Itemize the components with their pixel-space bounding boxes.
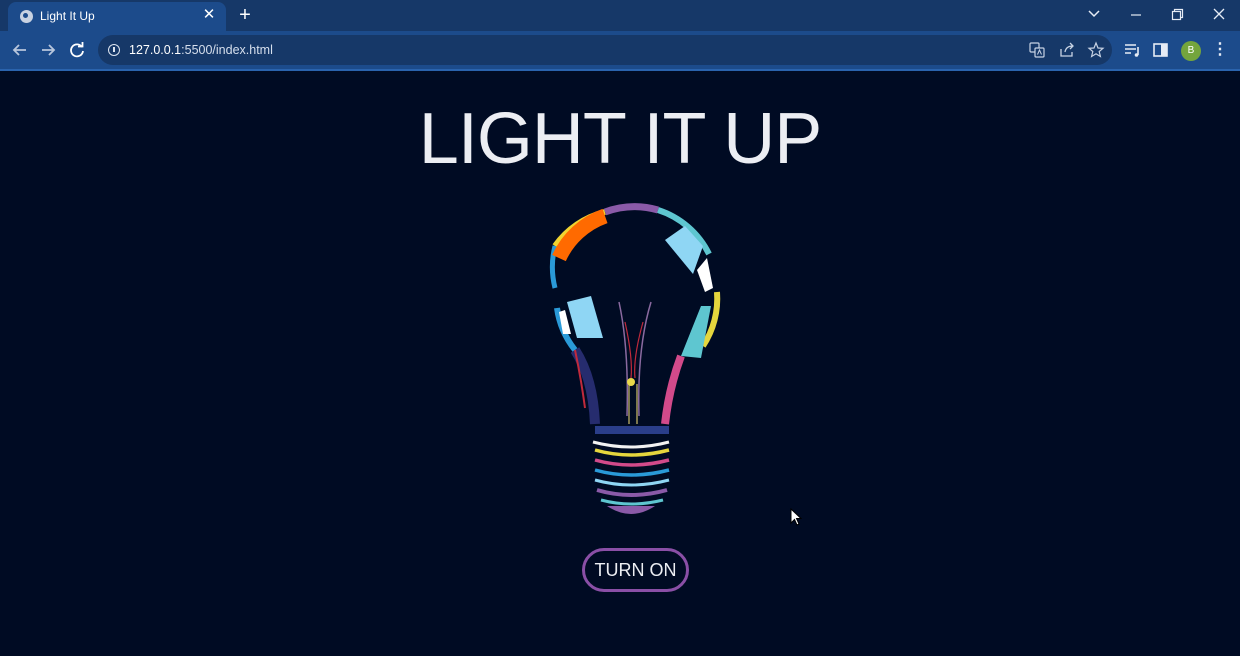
toolbar-divider: [0, 69, 1240, 71]
new-tab-button[interactable]: +: [234, 4, 256, 26]
translate-icon[interactable]: [1028, 41, 1046, 59]
minimize-button[interactable]: [1123, 3, 1149, 25]
globe-icon: [20, 10, 33, 23]
turn-on-button[interactable]: TURN ON: [582, 548, 689, 592]
tab-search-chevron-icon[interactable]: [1081, 3, 1107, 25]
tab-title: Light It Up: [40, 9, 95, 23]
lightbulb-icon: [549, 203, 721, 514]
share-icon[interactable]: [1058, 41, 1076, 59]
close-window-button[interactable]: [1206, 3, 1232, 25]
site-info-icon[interactable]: [108, 44, 120, 56]
media-controls-icon[interactable]: [1121, 39, 1143, 61]
back-arrow-icon[interactable]: [9, 39, 31, 61]
more-menu-icon[interactable]: ⋮: [1212, 39, 1228, 61]
address-bar[interactable]: 127.0.0.1:5500/index.html: [98, 35, 1112, 65]
page-title: LIGHT IT UP: [418, 99, 822, 179]
browser-toolbar: 127.0.0.1:5500/index.html B ⋮: [0, 31, 1240, 69]
reload-icon[interactable]: [66, 39, 88, 61]
profile-avatar[interactable]: B: [1181, 41, 1201, 61]
mouse-pointer-icon: [790, 508, 802, 526]
side-panel-icon[interactable]: [1150, 39, 1172, 61]
browser-titlebar: Light It Up ✕ +: [0, 0, 1240, 31]
bookmark-star-icon[interactable]: [1087, 41, 1105, 59]
browser-tab-active[interactable]: Light It Up ✕: [8, 2, 226, 31]
forward-arrow-icon[interactable]: [37, 39, 59, 61]
tab-close-button[interactable]: ✕: [200, 6, 218, 24]
url-text[interactable]: 127.0.0.1:5500/index.html: [129, 43, 273, 57]
restore-button[interactable]: [1164, 3, 1190, 25]
